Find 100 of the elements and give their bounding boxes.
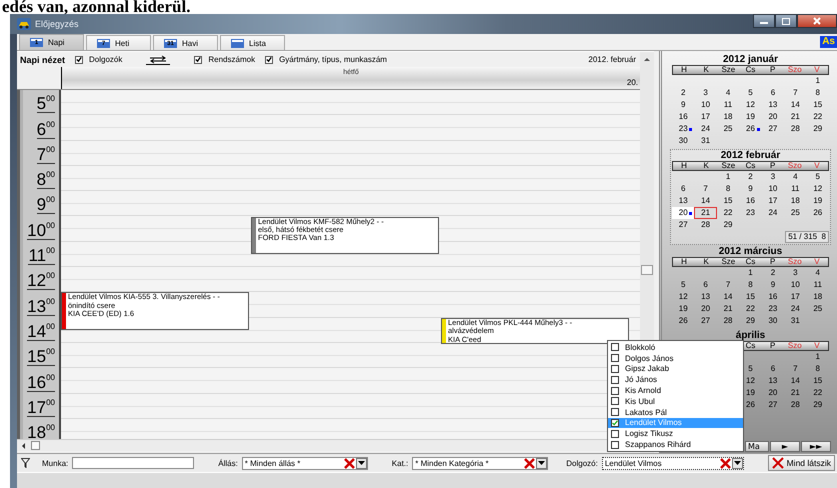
calendar-day[interactable]: 9	[762, 279, 784, 291]
calendar-day[interactable]: 4	[716, 87, 740, 99]
calendar-day[interactable]: 24	[784, 303, 807, 315]
calendar-day[interactable]: 21	[694, 207, 717, 219]
calendar-nav-button[interactable]: ►	[770, 441, 800, 452]
filter-dropdown[interactable]: * Minden Kategória *	[412, 456, 548, 470]
calendar-day[interactable]: 4	[806, 267, 829, 279]
calendar-day[interactable]: 17	[784, 291, 807, 303]
calendar-day[interactable]: 24	[762, 207, 784, 219]
calendar-day[interactable]: 6	[672, 183, 694, 195]
calendar-day[interactable]: 18	[784, 195, 807, 207]
calendar-day[interactable]: 15	[739, 291, 762, 303]
calendar-day[interactable]: 20	[694, 303, 717, 315]
calendar-day[interactable]: 21	[784, 387, 807, 399]
calendar-day[interactable]: 22	[806, 111, 829, 123]
calendar-day[interactable]: 16	[762, 291, 784, 303]
calendar-day[interactable]: 19	[739, 111, 762, 123]
calendar-day[interactable]: 5	[806, 171, 829, 183]
calendar-day[interactable]: 9	[672, 99, 694, 111]
worker-list-item[interactable]: Logisz Tikusz	[608, 428, 743, 440]
calendar-day[interactable]: 8	[716, 183, 740, 195]
calendar-day[interactable]: 27	[672, 219, 694, 231]
calendar-day[interactable]: 15	[806, 99, 829, 111]
calendar-nav-button[interactable]: Ma	[745, 441, 769, 452]
view-tab[interactable]: Lista	[220, 35, 285, 50]
calendar-day[interactable]: 25	[806, 303, 829, 315]
calendar-day[interactable]: 4	[784, 171, 807, 183]
calendar-day[interactable]: 31	[784, 315, 807, 327]
calendar-day[interactable]: 18	[716, 111, 740, 123]
calendar-day[interactable]: 28	[694, 219, 717, 231]
calendar-day[interactable]: 29	[806, 123, 829, 135]
calendar-day[interactable]: 11	[784, 183, 807, 195]
calendar-day[interactable]: 5	[739, 87, 762, 99]
calendar-day[interactable]: 20	[762, 387, 784, 399]
calendar-day[interactable]: 1	[739, 267, 762, 279]
calendar-day[interactable]: 6	[694, 279, 717, 291]
show-all-button[interactable]: Mind látszik	[768, 455, 835, 471]
calendar-day[interactable]: 27	[694, 315, 717, 327]
calendar-day[interactable]: 12	[672, 291, 694, 303]
calendar-day[interactable]: 7	[784, 87, 807, 99]
calendar-day[interactable]: 20	[762, 111, 784, 123]
calendar-nav-button[interactable]: ►►	[801, 441, 831, 452]
calendar-day[interactable]: 11	[716, 99, 740, 111]
calendar-day[interactable]: 29	[806, 399, 829, 411]
calendar-day[interactable]: 22	[739, 303, 762, 315]
calendar-day[interactable]: 25	[716, 123, 740, 135]
calendar-day[interactable]: 30	[672, 135, 694, 147]
calendar-day[interactable]: 9	[739, 183, 762, 195]
option-checkbox[interactable]: Gyártmány, típus, munkaszám	[265, 55, 387, 64]
calendar-day[interactable]: 21	[716, 303, 740, 315]
calendar-day[interactable]: 7	[694, 183, 717, 195]
calendar-day[interactable]: 26	[806, 207, 829, 219]
option-checkbox[interactable]: Dolgozók	[75, 55, 122, 64]
calendar-day[interactable]: 1	[806, 351, 829, 363]
calendar-day[interactable]: 15	[806, 375, 829, 387]
worker-list-item[interactable]: Blokkoló	[608, 342, 743, 353]
calendar-day[interactable]: 6	[762, 87, 784, 99]
calendar-day[interactable]: 13	[762, 99, 784, 111]
calendar-day[interactable]: 28	[784, 399, 807, 411]
calendar-day[interactable]: 8	[806, 363, 829, 375]
calendar-day[interactable]: 8	[739, 279, 762, 291]
calendar-day[interactable]: 24	[694, 123, 717, 135]
calendar-day[interactable]: 27	[762, 399, 784, 411]
calendar-day[interactable]: 26	[739, 123, 762, 135]
calendar-day[interactable]: 2	[762, 267, 784, 279]
calendar-day[interactable]: 14	[784, 99, 807, 111]
calendar-day[interactable]: 17	[762, 195, 784, 207]
calendar-day[interactable]: 23	[762, 303, 784, 315]
calendar-day[interactable]: 8	[806, 87, 829, 99]
calendar-day[interactable]: 23	[672, 123, 694, 135]
calendar-day[interactable]: 3	[694, 87, 717, 99]
worker-list-item[interactable]: Dolgos János	[608, 352, 743, 364]
calendar-day[interactable]: 14	[694, 195, 717, 207]
calendar-day[interactable]: 16	[739, 195, 762, 207]
worker-list-item[interactable]: Szappanos Rihárd	[608, 439, 743, 450]
filter-dropdown[interactable]: Lendület Vilmos	[602, 456, 744, 470]
calendar-day[interactable]: 14	[784, 375, 807, 387]
calendar-day[interactable]: 23	[739, 207, 762, 219]
calendar-day[interactable]: 25	[784, 207, 807, 219]
calendar-day[interactable]: 13	[672, 195, 694, 207]
calendar-day[interactable]: 13	[762, 375, 784, 387]
calendar-day[interactable]: 18	[806, 291, 829, 303]
filter-dropdown[interactable]: * Minden állás *	[242, 456, 368, 470]
calendar-day[interactable]: 30	[762, 315, 784, 327]
calendar-day[interactable]: 22	[716, 207, 740, 219]
calendar-day[interactable]: 19	[806, 195, 829, 207]
calendar-day[interactable]: 22	[806, 387, 829, 399]
calendar-day[interactable]: 28	[716, 315, 740, 327]
calendar-day[interactable]: 13	[694, 291, 717, 303]
calendar-day[interactable]: 2	[739, 171, 762, 183]
calendar-day[interactable]: 29	[739, 315, 762, 327]
calendar-day[interactable]: 10	[784, 279, 807, 291]
calendar-day[interactable]: 27	[762, 123, 784, 135]
calendar-day[interactable]: 17	[694, 111, 717, 123]
calendar-day[interactable]: 2	[672, 87, 694, 99]
calendar-day[interactable]: 3	[762, 171, 784, 183]
calendar-day[interactable]: 1	[806, 75, 829, 87]
calendar-day[interactable]: 12	[739, 99, 762, 111]
calendar-day[interactable]: 5	[672, 279, 694, 291]
calendar-day[interactable]: 11	[806, 279, 829, 291]
